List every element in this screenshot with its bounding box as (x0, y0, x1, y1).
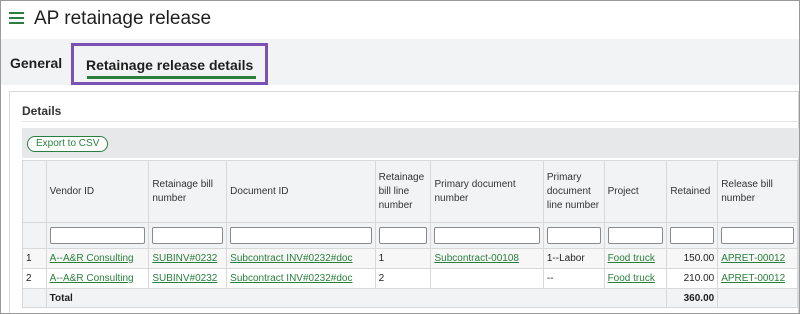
total-cell-release (717, 288, 798, 308)
grid-toolbar (22, 128, 799, 158)
section-divider (22, 121, 799, 122)
vendor-id-link[interactable]: A--A&R Consulting (50, 253, 134, 264)
retainage-bill-line-number: 1 (374, 248, 432, 269)
column-header-primary-document-number[interactable]: Primary document number (430, 160, 544, 223)
details-panel: Details Export to CSV Vendor ID Retainag… (9, 91, 799, 313)
active-tab-underline (87, 76, 256, 79)
total-cell-rownum (22, 288, 47, 308)
project-link[interactable]: Food truck (608, 253, 655, 264)
column-header-retained[interactable]: Retained (666, 160, 719, 223)
page-title: AP retainage release (34, 8, 212, 29)
column-header-project[interactable]: Project (603, 160, 668, 223)
filter-row (22, 222, 798, 249)
column-header-retainage-bill-number[interactable]: Retainage bill number (148, 160, 228, 223)
filter-retainage-bill-line-number-input[interactable] (378, 227, 428, 244)
export-csv-button[interactable]: Export to CSV (27, 136, 109, 152)
column-header-vendor-id[interactable]: Vendor ID (45, 160, 150, 223)
header-row: Vendor ID Retainage bill number Document… (22, 160, 798, 223)
table-row: 2 A--A&R Consulting SUBINV#0232 Subcontr… (22, 268, 798, 289)
primary-document-line-number: 1--Labor (542, 248, 605, 269)
total-retained: 360.00 (666, 288, 719, 308)
filter-primary-document-number-input[interactable] (434, 227, 540, 244)
details-grid: Vendor ID Retainage bill number Document… (22, 160, 798, 308)
row-number: 2 (22, 268, 47, 289)
filter-cell-rownum (22, 222, 47, 249)
section-title: Details (22, 104, 62, 118)
filter-document-id-input[interactable] (230, 227, 372, 244)
row-number: 1 (22, 248, 47, 269)
column-header-primary-document-line-number[interactable]: Primary document line number (542, 160, 605, 223)
app-window: AP retainage release General Retainage r… (0, 0, 800, 314)
total-row: Total 360.00 (22, 288, 798, 308)
tab-retainage-release-details[interactable]: Retainage release details (86, 57, 253, 73)
retainage-bill-number-link[interactable]: SUBINV#0232 (152, 253, 217, 264)
filter-retainage-bill-number-input[interactable] (152, 227, 224, 244)
retainage-bill-number-link[interactable]: SUBINV#0232 (152, 273, 217, 284)
total-label: Total (45, 288, 668, 308)
filter-vendor-id-input[interactable] (49, 227, 146, 244)
list-menu-icon[interactable] (9, 12, 24, 24)
tab-highlight-box: Retainage release details (71, 43, 268, 85)
column-header-retainage-bill-line-number[interactable]: Retainage bill line number (374, 160, 432, 223)
filter-release-bill-number-input[interactable] (721, 227, 794, 244)
document-id-link[interactable]: Subcontract INV#0232#doc (230, 273, 352, 284)
column-header-document-id[interactable]: Document ID (226, 160, 376, 223)
release-bill-number-link[interactable]: APRET-00012 (721, 253, 785, 264)
filter-primary-document-line-number-input[interactable] (546, 227, 601, 244)
release-bill-number-link[interactable]: APRET-00012 (721, 273, 785, 284)
retained-amount: 150.00 (666, 248, 719, 269)
filter-retained-input[interactable] (670, 227, 715, 244)
retainage-bill-line-number: 2 (374, 268, 432, 289)
document-id-link[interactable]: Subcontract INV#0232#doc (230, 253, 352, 264)
retained-amount: 210.00 (666, 268, 719, 289)
vendor-id-link[interactable]: A--A&R Consulting (50, 273, 134, 284)
tab-general[interactable]: General (10, 55, 62, 71)
table-row: 1 A--A&R Consulting SUBINV#0232 Subcontr… (22, 248, 798, 269)
primary-document-line-number: -- (542, 268, 605, 289)
filter-project-input[interactable] (607, 227, 664, 244)
page-header: AP retainage release (1, 1, 799, 39)
column-header-release-bill-number[interactable]: Release bill number (717, 160, 798, 223)
tab-bar: General Retainage release details (1, 39, 799, 85)
project-link[interactable]: Food truck (608, 273, 655, 284)
column-header-rownum (22, 160, 47, 223)
primary-document-number-link[interactable]: Subcontract-00108 (434, 253, 519, 264)
